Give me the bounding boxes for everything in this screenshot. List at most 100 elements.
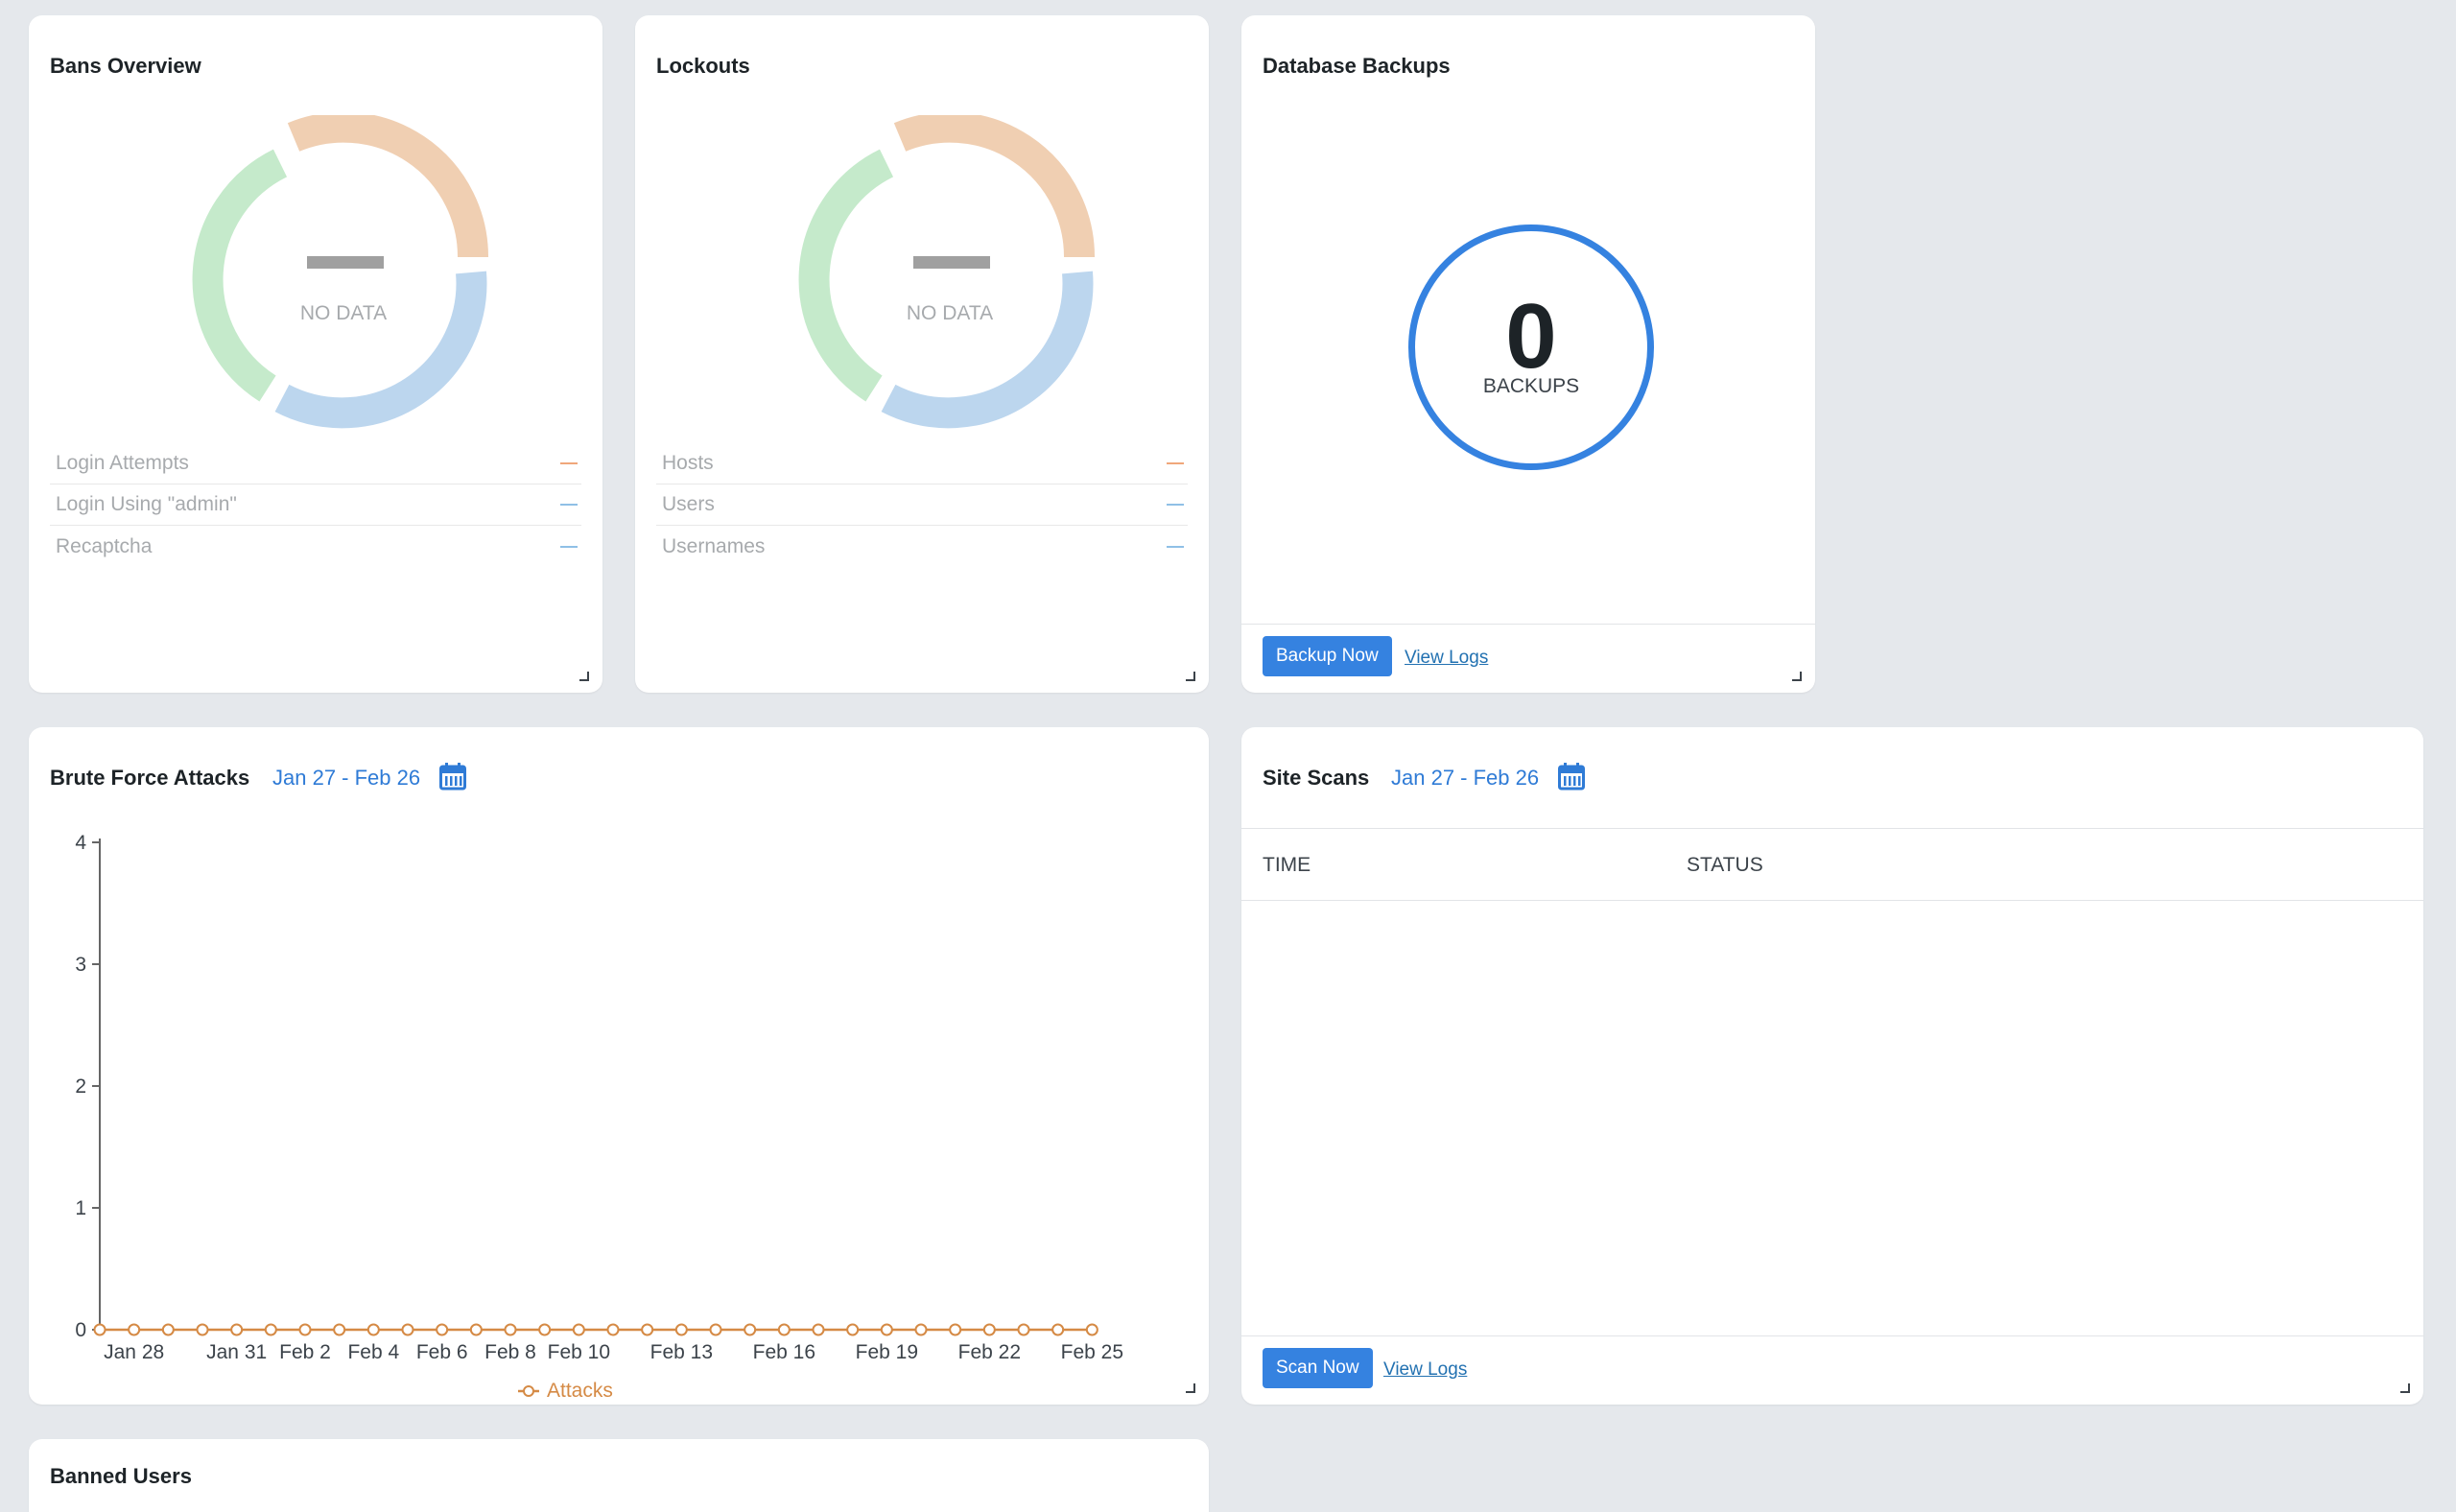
- date-range-label[interactable]: Jan 27 - Feb 26: [1391, 766, 1539, 791]
- legend-row: Hosts: [656, 443, 1188, 484]
- legend-value-dash: [560, 545, 578, 548]
- data-point: [982, 1323, 996, 1336]
- view-logs-link[interactable]: View Logs: [1405, 648, 1488, 669]
- data-point: [572, 1323, 585, 1336]
- bans-legend: Login Attempts Login Using "admin" Recap…: [50, 443, 581, 567]
- legend-label: Login Attempts: [56, 452, 189, 474]
- data-point: [606, 1323, 620, 1336]
- data-point: [161, 1323, 175, 1336]
- x-tick-label: Feb 8: [484, 1341, 536, 1363]
- data-point: [744, 1323, 757, 1336]
- x-tick-label: Feb 2: [279, 1341, 331, 1363]
- legend-row: Recaptcha: [50, 526, 581, 567]
- legend-row: Usernames: [656, 526, 1188, 567]
- data-point: [230, 1323, 244, 1336]
- legend-row: Login Using "admin": [50, 484, 581, 526]
- x-tick-label: Feb 13: [650, 1341, 713, 1363]
- legend-label: Hosts: [662, 452, 714, 474]
- lockouts-legend: Hosts Users Usernames: [656, 443, 1188, 567]
- legend-marker-icon: [523, 1385, 534, 1397]
- column-header-time: TIME: [1263, 854, 1311, 876]
- calendar-icon[interactable]: [1558, 762, 1585, 791]
- y-tick-label: 4: [75, 832, 86, 854]
- data-point: [812, 1323, 825, 1336]
- data-point: [709, 1323, 722, 1336]
- x-tick-label: Feb 6: [416, 1341, 468, 1363]
- legend-label: Recaptcha: [56, 534, 153, 557]
- data-point: [436, 1323, 449, 1336]
- data-point: [674, 1323, 688, 1336]
- view-logs-link[interactable]: View Logs: [1383, 1359, 1467, 1381]
- legend-value-dash: [560, 504, 578, 506]
- legend-value-dash: [1167, 462, 1184, 464]
- data-point: [504, 1323, 517, 1336]
- data-point: [880, 1323, 893, 1336]
- resize-handle-icon[interactable]: [2400, 1383, 2410, 1393]
- x-tick-label: Feb 10: [548, 1341, 610, 1363]
- card-title: Database Backups: [1263, 54, 1451, 78]
- donut-segment-3: [192, 149, 288, 402]
- x-tick-label: Feb 4: [347, 1341, 399, 1363]
- data-point: [538, 1323, 552, 1336]
- resize-handle-icon[interactable]: [579, 672, 589, 681]
- no-data-label: NO DATA: [906, 302, 994, 324]
- x-tick-label: Feb 19: [856, 1341, 918, 1363]
- no-data-label: NO DATA: [299, 302, 388, 324]
- data-point: [914, 1323, 928, 1336]
- data-point: [1017, 1323, 1030, 1336]
- y-tick-label: 1: [75, 1197, 86, 1219]
- data-point: [846, 1323, 860, 1336]
- data-point: [777, 1323, 791, 1336]
- backup-count-ring: 0 BACKUPS: [1408, 224, 1654, 470]
- card-title: Bans Overview: [50, 54, 201, 78]
- donut-segment-2: [274, 271, 487, 429]
- data-point: [93, 1323, 106, 1336]
- scans-table-header: TIME STATUS: [1241, 828, 2423, 901]
- data-point: [641, 1323, 654, 1336]
- data-point: [196, 1323, 209, 1336]
- site-scans-card: Site Scans Jan 27 - Feb 26 TIME STATUS S…: [1241, 727, 2423, 1405]
- database-backups-card: Database Backups 0 BACKUPS Backup Now Vi…: [1241, 15, 1815, 693]
- data-point: [128, 1323, 141, 1336]
- data-point: [1085, 1323, 1098, 1336]
- backup-now-button[interactable]: Backup Now: [1263, 636, 1392, 676]
- legend-row: Users: [656, 484, 1188, 526]
- brute-force-card: Brute Force Attacks Jan 27 - Feb 26 0123…: [29, 727, 1209, 1405]
- scan-now-button[interactable]: Scan Now: [1263, 1348, 1373, 1388]
- data-point: [333, 1323, 346, 1336]
- data-point: [298, 1323, 312, 1336]
- card-title: Site Scans: [1263, 766, 1370, 790]
- x-tick-label: Feb 25: [1061, 1341, 1123, 1363]
- resize-handle-icon[interactable]: [1186, 672, 1195, 681]
- lockouts-donut-chart: NO DATA: [787, 111, 1113, 441]
- column-header-status: STATUS: [1687, 854, 1763, 876]
- x-tick-label: Jan 31: [206, 1341, 267, 1363]
- donut-segment-2: [881, 271, 1094, 429]
- resize-handle-icon[interactable]: [1792, 672, 1802, 681]
- no-data-dash: [307, 256, 384, 269]
- resize-handle-icon[interactable]: [1186, 1383, 1195, 1393]
- card-footer: Backup Now View Logs: [1241, 624, 1815, 693]
- backup-count: 0: [1505, 285, 1557, 388]
- card-title: Banned Users: [50, 1464, 192, 1488]
- brute-force-line-chart: 0 1 2 3 4 Jan 28 Jan 31 Feb 2 Feb 4 Feb 6 Feb 8 Feb…: [75, 832, 1123, 1402]
- card-footer: Scan Now View Logs: [1241, 1335, 2423, 1405]
- x-tick-label: Jan 28: [104, 1341, 164, 1363]
- legend-value-dash: [1167, 504, 1184, 506]
- data-point: [264, 1323, 277, 1336]
- data-point: [469, 1323, 483, 1336]
- donut-svg: [798, 111, 1096, 429]
- donut-segment-1: [287, 111, 489, 258]
- data-point: [949, 1323, 962, 1336]
- y-tick-label: 0: [75, 1319, 86, 1341]
- no-data-dash: [913, 256, 990, 269]
- legend-value-dash: [560, 462, 578, 464]
- bans-donut-chart: NO DATA: [180, 111, 507, 441]
- legend-label-attacks: Attacks: [547, 1380, 613, 1402]
- y-tick-label: 3: [75, 954, 86, 976]
- legend-row: Login Attempts: [50, 443, 581, 484]
- data-point: [401, 1323, 414, 1336]
- legend-label: Users: [662, 493, 715, 515]
- legend-label: Usernames: [662, 534, 766, 557]
- backup-count-label: BACKUPS: [1482, 375, 1580, 397]
